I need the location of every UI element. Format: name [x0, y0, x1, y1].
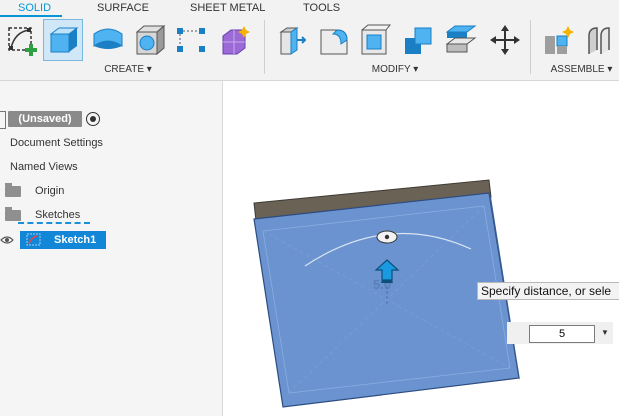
- toolbar: SOLID SURFACE SHEET METAL TOOLS CREATE ▾…: [0, 0, 619, 81]
- folder-icon: [5, 207, 21, 221]
- command-tooltip: Specify distance, or sele: [477, 282, 619, 300]
- create-sketch-icon: [8, 27, 37, 56]
- joint-button[interactable]: [582, 20, 619, 60]
- group-divider: [264, 20, 265, 74]
- new-component-icon: [545, 26, 574, 54]
- new-component-button[interactable]: [540, 20, 578, 60]
- assemble-menu[interactable]: ASSEMBLE ▾: [544, 63, 619, 77]
- active-tab-indicator: [0, 15, 62, 17]
- shell-icon: [361, 24, 392, 55]
- offset-face-icon: [445, 25, 477, 53]
- hole-button[interactable]: [131, 20, 169, 60]
- browser-item-named-views[interactable]: Named Views: [10, 157, 78, 177]
- tab-surface[interactable]: SURFACE: [97, 0, 149, 16]
- extrude-icon: [49, 27, 79, 53]
- press-pull-icon: [279, 27, 307, 55]
- joint-icon: [588, 27, 610, 54]
- fillet-button[interactable]: [314, 20, 352, 60]
- extruded-body[interactable]: 5.0: [223, 81, 619, 416]
- drag-highlight: [18, 222, 90, 224]
- create-form-icon: [222, 26, 250, 55]
- tree-expander[interactable]: [0, 111, 6, 129]
- press-pull-button[interactable]: [272, 20, 310, 60]
- combine-icon: [405, 27, 432, 54]
- document-name[interactable]: (Unsaved): [8, 111, 82, 127]
- browser-panel: (Unsaved) Document Settings Named Views …: [0, 81, 223, 416]
- tab-sheet-metal[interactable]: SHEET METAL: [190, 0, 265, 16]
- modify-menu[interactable]: MODIFY ▾: [360, 63, 430, 77]
- browser-item-document-settings[interactable]: Document Settings: [10, 133, 103, 153]
- move-button[interactable]: [486, 20, 524, 60]
- canvas-viewport[interactable]: 5.0: [223, 81, 619, 416]
- create-form-button[interactable]: [216, 20, 254, 60]
- folder-icon: [5, 183, 21, 197]
- distance-dropdown-icon[interactable]: ▼: [601, 328, 609, 337]
- browser-item-sketch1[interactable]: Sketch1: [20, 231, 106, 249]
- hole-icon: [135, 24, 166, 56]
- distance-input[interactable]: [529, 325, 595, 343]
- shell-button[interactable]: [356, 20, 394, 60]
- extrude-button[interactable]: [43, 19, 83, 61]
- create-menu[interactable]: CREATE ▾: [88, 63, 168, 77]
- sketch-icon: [26, 233, 41, 246]
- angle-handle-center: [384, 234, 390, 240]
- sketch1-label: Sketch1: [54, 234, 97, 246]
- revolve-icon: [93, 28, 123, 49]
- create-sketch-button[interactable]: [4, 20, 42, 60]
- revolve-button[interactable]: [89, 20, 127, 60]
- fillet-icon: [320, 29, 348, 55]
- browser-item-origin[interactable]: Origin: [35, 181, 64, 201]
- combine-button[interactable]: [400, 20, 438, 60]
- visibility-eye-icon[interactable]: [0, 233, 14, 247]
- tab-solid[interactable]: SOLID: [18, 0, 51, 16]
- move-icon: [490, 25, 520, 55]
- pattern-button[interactable]: [172, 20, 210, 60]
- offset-face-button[interactable]: [442, 20, 480, 60]
- group-divider: [530, 20, 531, 74]
- tab-tools[interactable]: TOOLS: [303, 0, 340, 16]
- active-document-radio-icon[interactable]: [86, 112, 100, 126]
- pattern-icon: [177, 28, 205, 52]
- distance-input-box: ▼: [507, 322, 613, 344]
- body-front-face[interactable]: [253, 192, 520, 408]
